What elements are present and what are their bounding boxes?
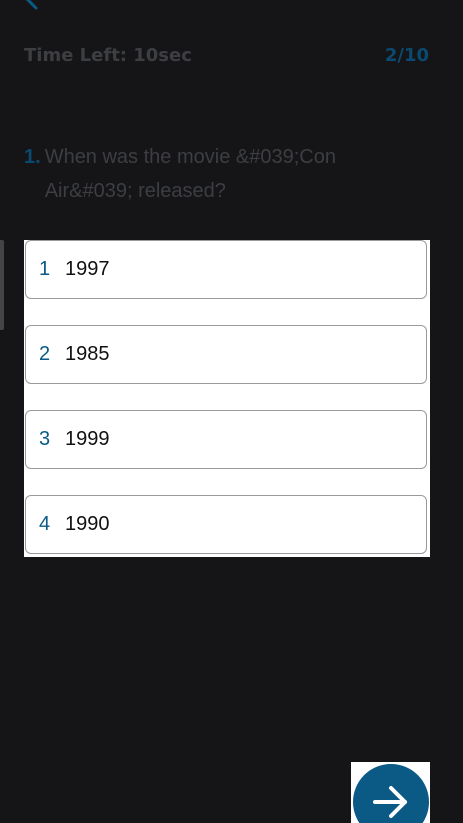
answer-option-2[interactable]: 2 1985	[25, 325, 427, 384]
option-label: 1997	[65, 258, 110, 280]
option-label: 1990	[65, 513, 110, 535]
next-button[interactable]	[353, 764, 429, 823]
question-progress: 2/10	[384, 45, 429, 66]
option-label: 1999	[65, 428, 110, 450]
question-block: 1. When was the movie &#039;Con Air&#039…	[24, 140, 424, 208]
question-number: 1.	[24, 146, 41, 168]
option-label: 1985	[65, 343, 110, 365]
chevron-left-icon	[25, 0, 38, 10]
option-index: 3	[39, 428, 51, 450]
next-button-container	[351, 762, 430, 823]
question-text: When was the movie &#039;Con Air&#039; r…	[44, 146, 336, 202]
arrow-right-icon	[373, 786, 407, 818]
answer-options: 1 1997 2 1985 3 1999 4 1990	[24, 240, 430, 557]
answer-option-1[interactable]: 1 1997	[25, 240, 427, 299]
option-index: 1	[39, 258, 51, 280]
answer-option-3[interactable]: 3 1999	[25, 410, 427, 469]
back-button[interactable]	[20, 0, 44, 10]
answer-option-4[interactable]: 4 1990	[25, 495, 427, 554]
option-index: 2	[39, 343, 51, 365]
side-drawer-handle[interactable]	[0, 240, 4, 330]
option-index: 4	[39, 513, 51, 535]
time-left-label: Time Left: 10sec	[24, 45, 192, 66]
